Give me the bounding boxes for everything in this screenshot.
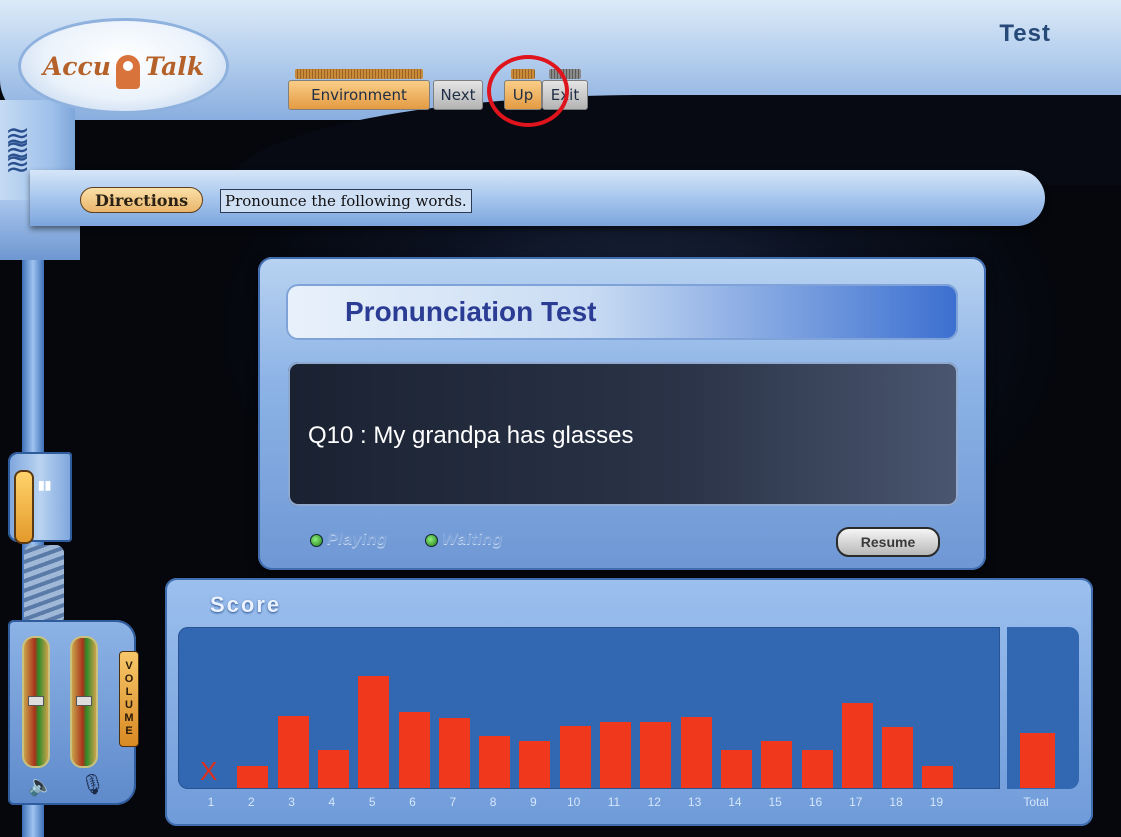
score-bar-11 — [600, 722, 631, 788]
volume-label-letter: L — [125, 686, 133, 698]
score-bar-9 — [519, 741, 551, 788]
volume-label: VOLUME — [119, 651, 139, 747]
volume-label-letter: M — [124, 712, 134, 724]
hose-decoration — [24, 545, 64, 625]
question-number-label: 8 — [489, 795, 497, 809]
total-label: Total — [1023, 795, 1049, 809]
status-playing: Playing — [310, 531, 387, 549]
side-slider-handle[interactable] — [14, 470, 34, 544]
score-bar-13 — [680, 717, 712, 788]
question-number-label: 18 — [889, 795, 903, 809]
score-bar-7 — [438, 718, 470, 788]
mic-volume-slider[interactable] — [70, 636, 98, 768]
no-score-mark: X — [200, 756, 218, 786]
playing-indicator-icon — [310, 533, 323, 547]
question-number-label: 19 — [929, 795, 944, 809]
waiting-indicator-icon — [425, 533, 438, 547]
waves-decoration: ≋ ≋ ≋ — [5, 120, 30, 181]
status-waiting-label: Waiting — [442, 531, 503, 548]
volume-label-letter: E — [125, 725, 133, 737]
flag-icon: ▮▮ — [38, 478, 52, 492]
question-number-label: 10 — [567, 795, 581, 809]
score-bar-6 — [398, 712, 430, 788]
score-bar-total — [1020, 733, 1055, 788]
question-number-label: 5 — [368, 795, 376, 809]
score-bar-5 — [358, 676, 390, 788]
score-title: Score — [210, 592, 282, 617]
score-bar-10 — [559, 726, 591, 788]
environment-button[interactable]: Environment — [288, 69, 430, 110]
highlight-circle — [487, 55, 569, 127]
score-bar-12 — [640, 722, 672, 788]
status-playing-label: Playing — [327, 531, 388, 548]
question-number-label: 12 — [647, 795, 661, 809]
mode-title: Test — [999, 20, 1051, 47]
question-text: Q10 : My grandpa has glasses — [308, 422, 634, 449]
microphone-icon[interactable]: 🎙 — [80, 772, 105, 797]
volume-label-letter: U — [125, 699, 133, 711]
logo-head-icon — [115, 55, 140, 89]
score-bar-2 — [237, 766, 269, 788]
score-bar-17 — [841, 703, 873, 788]
app-logo: Accu Talk — [18, 18, 229, 114]
speaker-volume-slider[interactable] — [22, 636, 50, 768]
question-number-label: 6 — [409, 795, 416, 809]
speaker-icon[interactable]: 🔈 — [28, 773, 53, 798]
score-bar-15 — [761, 741, 793, 788]
logo-text-left: Accu — [42, 51, 111, 81]
question-number-label: 9 — [530, 795, 537, 809]
question-number-label: 16 — [808, 795, 823, 809]
score-bar-19 — [922, 766, 954, 788]
directions-text: Pronounce the following words. — [220, 189, 472, 213]
score-bar-18 — [882, 727, 914, 788]
question-number-label: 17 — [849, 795, 863, 809]
volume-label-letter: O — [124, 673, 134, 685]
question-number-label: 7 — [449, 795, 457, 809]
question-number-label: 11 — [607, 795, 621, 809]
next-button[interactable]: Next — [433, 80, 483, 110]
logo-text-right: Talk — [144, 51, 205, 81]
status-waiting: Waiting — [425, 531, 503, 549]
score-bar-16 — [801, 750, 833, 788]
score-bar-4 — [317, 750, 349, 788]
directions-label: Directions — [80, 187, 204, 213]
score-bar-8 — [479, 736, 511, 788]
question-number-label: 15 — [768, 795, 782, 809]
question-number-label: 2 — [247, 795, 255, 809]
panel-title: Pronunciation Test — [345, 296, 597, 327]
score-bar-14 — [720, 750, 752, 788]
question-number-label: 1 — [207, 795, 215, 809]
resume-button[interactable]: Resume — [836, 527, 940, 557]
question-number-label: 14 — [728, 795, 742, 809]
question-number-label: 13 — [687, 795, 702, 809]
question-number-label: 4 — [328, 795, 336, 809]
volume-label-letter: V — [125, 660, 133, 672]
question-number-label: 3 — [288, 795, 295, 809]
score-bar-3 — [277, 716, 309, 788]
